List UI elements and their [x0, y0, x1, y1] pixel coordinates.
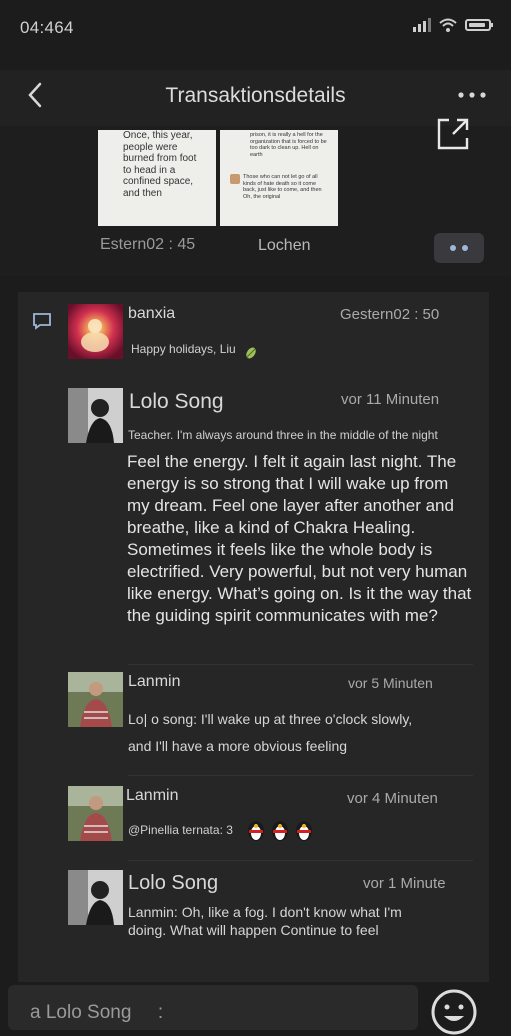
thumbnail-text: prison, it is really a hell for the orga…: [250, 132, 327, 158]
penguin-emoji-icon: [248, 821, 264, 841]
image-thumbnail[interactable]: prison, it is really a hell for the orga…: [220, 130, 338, 226]
reply-quote: Teacher. I'm always around three in the …: [128, 428, 438, 442]
emoji-icon[interactable]: [430, 988, 478, 1036]
comment-text: @Pinellia ternata: 3: [128, 823, 233, 837]
emoji-group: [246, 818, 314, 842]
share-external-icon[interactable]: [435, 116, 471, 152]
battery-icon: [465, 19, 493, 31]
comment-time: vor 11 Minuten: [341, 391, 440, 408]
image-thumbnail[interactable]: Once, this year, people were burned from…: [98, 130, 216, 226]
avatar[interactable]: [68, 870, 123, 925]
comment-text: Lanmin: Oh, like a fog. I don't know wha…: [128, 904, 402, 938]
divider: [128, 775, 473, 776]
avatar[interactable]: [68, 388, 123, 443]
comment-time: Gestern02 : 50: [340, 306, 440, 323]
person-photo: [68, 870, 123, 925]
penguin-emoji-icon: [272, 821, 288, 841]
status-icons: [413, 18, 493, 32]
page-title: Transaktionsdetails: [165, 84, 346, 107]
divider: [128, 664, 473, 665]
comment-time: vor 1 Minute: [363, 875, 446, 892]
commenter-name[interactable]: banxia: [128, 305, 175, 323]
comment-text: Happy holidays, Liu: [131, 342, 236, 356]
thumbnail-avatar: [230, 174, 240, 184]
signal-icon: [413, 18, 431, 32]
status-time: 04:464: [20, 18, 74, 37]
options-button[interactable]: [434, 233, 484, 263]
thumbnail-text: Those who can not let go of all kinds of…: [243, 174, 322, 200]
penguin-emoji-icon: [296, 821, 312, 841]
comment-icon: [33, 313, 51, 330]
comment-time: vor 5 Minuten: [348, 675, 433, 691]
divider: [128, 860, 473, 861]
commenter-name[interactable]: Lolo Song: [128, 872, 218, 895]
wifi-icon: [439, 18, 457, 32]
comment-text: Feel the energy. I felt it again last ni…: [127, 452, 472, 625]
comment-input-placeholder: a Lolo Song :: [30, 1002, 164, 1023]
avatar[interactable]: [68, 786, 123, 841]
commenter-name[interactable]: Lolo Song: [129, 390, 224, 414]
person-photo: [68, 786, 123, 841]
avatar[interactable]: [68, 672, 123, 727]
delete-link[interactable]: Lochen: [258, 237, 311, 255]
person-photo: [68, 388, 123, 443]
leaf-emoji-icon: [246, 347, 256, 359]
avatar[interactable]: [68, 304, 123, 359]
buddha-image: [81, 319, 109, 352]
comment-text: and I'll have a more obvious feeling: [128, 738, 348, 754]
person-photo: [68, 672, 123, 727]
comment-text: Lo| o song: I'll wake up at three o'cloc…: [128, 711, 413, 727]
comment-time: vor 4 Minuten: [347, 790, 438, 807]
thumbnail-text: Once, this year, people were burned from…: [123, 130, 197, 199]
more-icon[interactable]: [457, 90, 487, 100]
commenter-name[interactable]: Lanmin: [126, 787, 178, 805]
commenter-name[interactable]: Lanmin: [128, 673, 180, 691]
post-time: Estern02 : 45: [100, 236, 196, 253]
